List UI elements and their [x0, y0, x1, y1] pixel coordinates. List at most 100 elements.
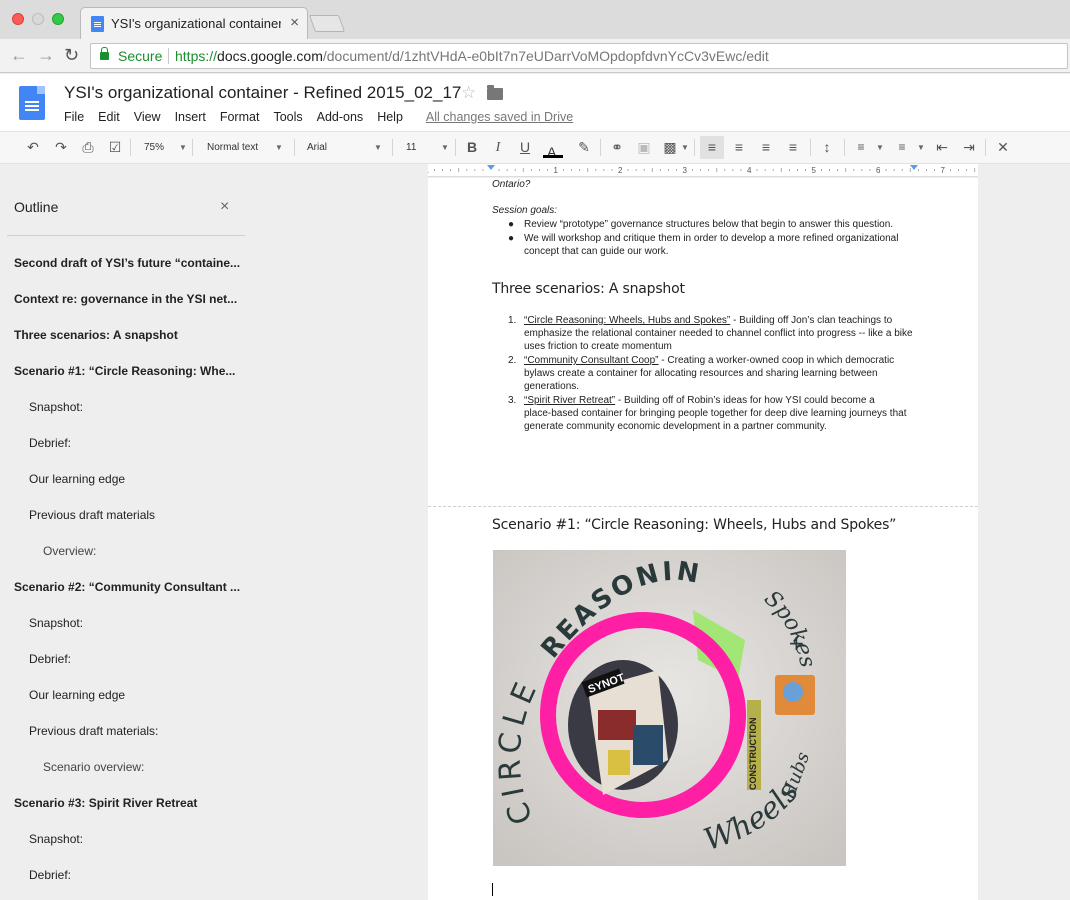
line-spacing-icon[interactable]: ↕: [816, 132, 838, 163]
underline-button[interactable]: U: [515, 132, 535, 163]
outline-item[interactable]: Scenario #2: “Community Consultant ...: [14, 580, 244, 594]
outline-item[interactable]: Snapshot:: [29, 400, 259, 414]
minimize-window-button[interactable]: [32, 13, 44, 25]
toolbar-divider: [294, 139, 295, 156]
menu-bar: File Edit View Insert Format Tools Add-ons Help…: [64, 108, 573, 124]
outline-close-icon[interactable]: ×: [220, 198, 229, 216]
outline-item[interactable]: Context re: governance in the YSI net...: [14, 292, 244, 306]
clear-formatting-icon[interactable]: ✕: [992, 132, 1014, 163]
style-caret-icon[interactable]: ▼: [275, 132, 283, 163]
tab-close-icon[interactable]: ×: [290, 14, 299, 31]
url-input[interactable]: Secure https://docs.google.com/document/…: [90, 43, 1068, 69]
bold-button[interactable]: B: [462, 132, 482, 163]
increase-indent-icon[interactable]: ⇥: [958, 132, 980, 163]
image-caret-icon[interactable]: ▼: [681, 132, 689, 163]
bulleted-list-icon[interactable]: ≡: [891, 132, 913, 163]
text-color-swatch: [543, 155, 563, 158]
redo-icon[interactable]: ↷: [50, 132, 72, 163]
menu-format[interactable]: Format: [220, 110, 260, 124]
menu-addons[interactable]: Add-ons: [317, 110, 364, 124]
outline-panel: Outline × Second draft of YSI’s future “…: [0, 178, 262, 900]
outline-item[interactable]: Previous draft materials:: [29, 724, 259, 738]
outline-item[interactable]: Snapshot:: [29, 832, 259, 846]
outline-item[interactable]: Snapshot:: [29, 616, 259, 630]
menu-insert[interactable]: Insert: [175, 110, 206, 124]
image-icon[interactable]: ▩: [659, 132, 681, 163]
print-icon[interactable]: ⎙: [77, 132, 99, 163]
style-select[interactable]: Normal text: [207, 132, 258, 163]
outline-item[interactable]: Debrief:: [29, 436, 259, 450]
font-size-caret-icon[interactable]: ▼: [441, 132, 449, 163]
outline-divider: [7, 235, 245, 236]
outline-item[interactable]: Scenario overview:: [43, 760, 273, 774]
folder-icon[interactable]: [487, 85, 503, 100]
outline-item[interactable]: Scenario #1: “Circle Reasoning: Whe...: [14, 364, 244, 378]
browser-tab[interactable]: YSI's organizational container - Refined…: [80, 7, 308, 39]
omnibox-divider: [168, 48, 169, 64]
document-title[interactable]: YSI's organizational container - Refined…: [64, 83, 461, 103]
docs-logo-icon[interactable]: [19, 86, 45, 120]
scenario-1-line-2: emphasize the relational container neede…: [524, 328, 913, 339]
formatting-toolbar: ↶ ↷ ⎙ ☑ 75% ▼ Normal text ▼ Arial ▼ 11 ▼…: [0, 131, 1070, 164]
heading-three-scenarios: Three scenarios: A snapshot: [492, 281, 685, 297]
text-cursor: [492, 883, 493, 896]
zoom-select[interactable]: 75%: [144, 132, 164, 163]
scenario-1-link[interactable]: “Circle Reasoning: Wheels, Hubs and Spok…: [524, 315, 730, 326]
font-caret-icon[interactable]: ▼: [374, 132, 382, 163]
session-goals-label: Session goals:: [492, 205, 558, 216]
numbered-list-icon[interactable]: ≡: [850, 132, 872, 163]
browser-titlebar: YSI's organizational container - Refined…: [0, 0, 1070, 39]
outline-item[interactable]: Three scenarios: A snapshot: [14, 328, 244, 342]
font-size-select[interactable]: 11: [406, 132, 416, 163]
star-icon[interactable]: ☆: [461, 83, 476, 103]
scenario-1-line-3: uses friction to create momentum: [524, 341, 672, 352]
forward-arrow-icon[interactable]: →: [37, 45, 55, 66]
zoom-caret-icon[interactable]: ▼: [179, 132, 187, 163]
align-left-icon[interactable]: ≡: [700, 136, 724, 159]
menu-view[interactable]: View: [134, 110, 161, 124]
decrease-indent-icon[interactable]: ⇤: [931, 132, 953, 163]
outline-item[interactable]: Overview:: [43, 544, 273, 558]
toolbar-divider: [600, 139, 601, 156]
font-select[interactable]: Arial: [307, 132, 327, 163]
align-justify-icon[interactable]: ≡: [782, 132, 804, 163]
italic-button[interactable]: I: [488, 132, 508, 163]
scenario-3-link[interactable]: “Spirit River Retreat”: [524, 395, 615, 406]
outline-item[interactable]: Previous draft materials: [29, 508, 259, 522]
outline-item[interactable]: Our learning edge: [29, 472, 259, 486]
reload-icon[interactable]: ↻: [64, 45, 79, 66]
right-indent-marker-icon[interactable]: [910, 165, 918, 170]
align-right-icon[interactable]: ≡: [755, 132, 777, 163]
outline-item[interactable]: Debrief:: [29, 652, 259, 666]
comment-icon[interactable]: ▣: [633, 132, 655, 163]
new-tab-button[interactable]: [308, 15, 346, 32]
url-path: /document/d/1zhtVHdA-e0bIt7n7eUDarrVoMOp…: [322, 48, 769, 64]
text-color-button[interactable]: A: [541, 132, 565, 163]
link-icon[interactable]: ⚭: [606, 132, 628, 163]
undo-icon[interactable]: ↶: [22, 132, 44, 163]
scenario-2-link[interactable]: “Community Consultant Coop”: [524, 355, 659, 366]
numbered-list-caret-icon[interactable]: ▼: [876, 132, 884, 163]
menu-file[interactable]: File: [64, 110, 84, 124]
document-page[interactable]: Ontario? Session goals: ● Review “protot…: [428, 178, 978, 900]
outline-item[interactable]: Debrief:: [29, 868, 259, 882]
scenario-2-line-3: generations.: [524, 381, 580, 392]
maximize-window-button[interactable]: [52, 13, 64, 25]
menu-tools[interactable]: Tools: [273, 110, 302, 124]
menu-edit[interactable]: Edit: [98, 110, 120, 124]
outline-item[interactable]: Our learning edge: [29, 688, 259, 702]
bulleted-list-caret-icon[interactable]: ▼: [917, 132, 925, 163]
paint-format-icon[interactable]: ☑: [104, 132, 126, 163]
toolbar-divider: [694, 139, 695, 156]
left-indent-marker-icon[interactable]: [487, 165, 495, 170]
menu-help[interactable]: Help: [377, 110, 403, 124]
close-window-button[interactable]: [12, 13, 24, 25]
highlight-icon[interactable]: ✎: [573, 132, 595, 163]
outline-item[interactable]: Second draft of YSI’s future “containe..…: [14, 256, 244, 270]
circle-reasoning-collage-image[interactable]: SYNOT CONSTRUCTION REASONING CIRCLE Spok…: [493, 550, 846, 866]
back-arrow-icon[interactable]: ←: [10, 45, 28, 66]
outline-item[interactable]: Scenario #3: Spirit River Retreat: [14, 796, 244, 810]
align-center-icon[interactable]: ≡: [728, 132, 750, 163]
save-status-link[interactable]: All changes saved in Drive: [426, 110, 573, 124]
ruler[interactable]: 1 1 2 3 4 5 6 7: [428, 164, 978, 177]
